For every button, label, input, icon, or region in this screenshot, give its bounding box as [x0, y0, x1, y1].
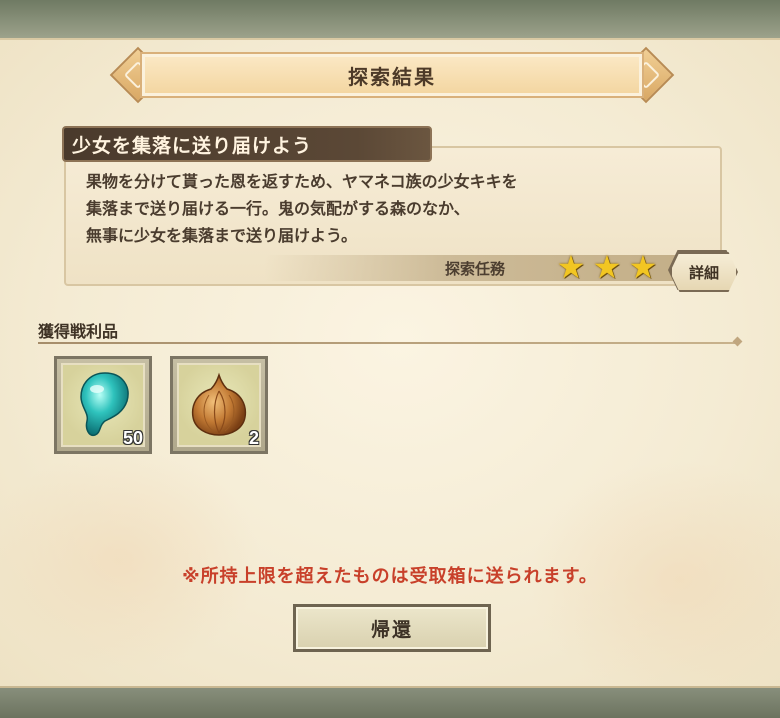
star-icon: ★	[628, 248, 658, 286]
star-icon: ★	[556, 248, 586, 286]
return-button[interactable]: 帰還	[293, 604, 491, 652]
mission-description-line: 果物を分けて貰った恩を返すため、ヤマネコ族の少女キキを	[86, 172, 518, 191]
mission-description: 果物を分けて貰った恩を返すため、ヤマネコ族の少女キキを 集落まで送り届ける一行。…	[86, 168, 706, 249]
dialog-title-banner: 探索結果	[140, 52, 644, 98]
dialog-title: 探索結果	[348, 64, 436, 89]
mission-title: 少女を集落に送り届けよう	[72, 134, 313, 157]
detail-button[interactable]: 詳細	[670, 252, 738, 292]
loot-item-slot[interactable]: 50	[54, 356, 152, 454]
star-icon: ★	[592, 248, 622, 286]
loot-heading: 獲得戦利品	[38, 322, 119, 341]
mission-title-bar: 少女を集落に送り届けよう	[62, 126, 432, 162]
return-button-label: 帰還	[370, 618, 413, 641]
onion-icon	[191, 372, 247, 436]
item-count: 50	[122, 428, 143, 448]
mission-type-label: 探索任務	[445, 260, 506, 278]
difficulty-stars: ★ ★ ★	[554, 250, 660, 284]
detail-button-label: 詳細	[688, 263, 719, 282]
inventory-limit-notice: ※所持上限を超えたものは受取箱に送られます。	[182, 566, 598, 587]
item-count: 2	[248, 428, 259, 448]
loot-divider	[38, 342, 738, 344]
loot-item-slot[interactable]: 2	[170, 356, 268, 454]
mission-description-line: 無事に少女を集落まで送り届けよう。	[86, 226, 358, 245]
mission-description-line: 集落まで送り届ける一行。鬼の気配がする森のなか、	[86, 199, 470, 218]
